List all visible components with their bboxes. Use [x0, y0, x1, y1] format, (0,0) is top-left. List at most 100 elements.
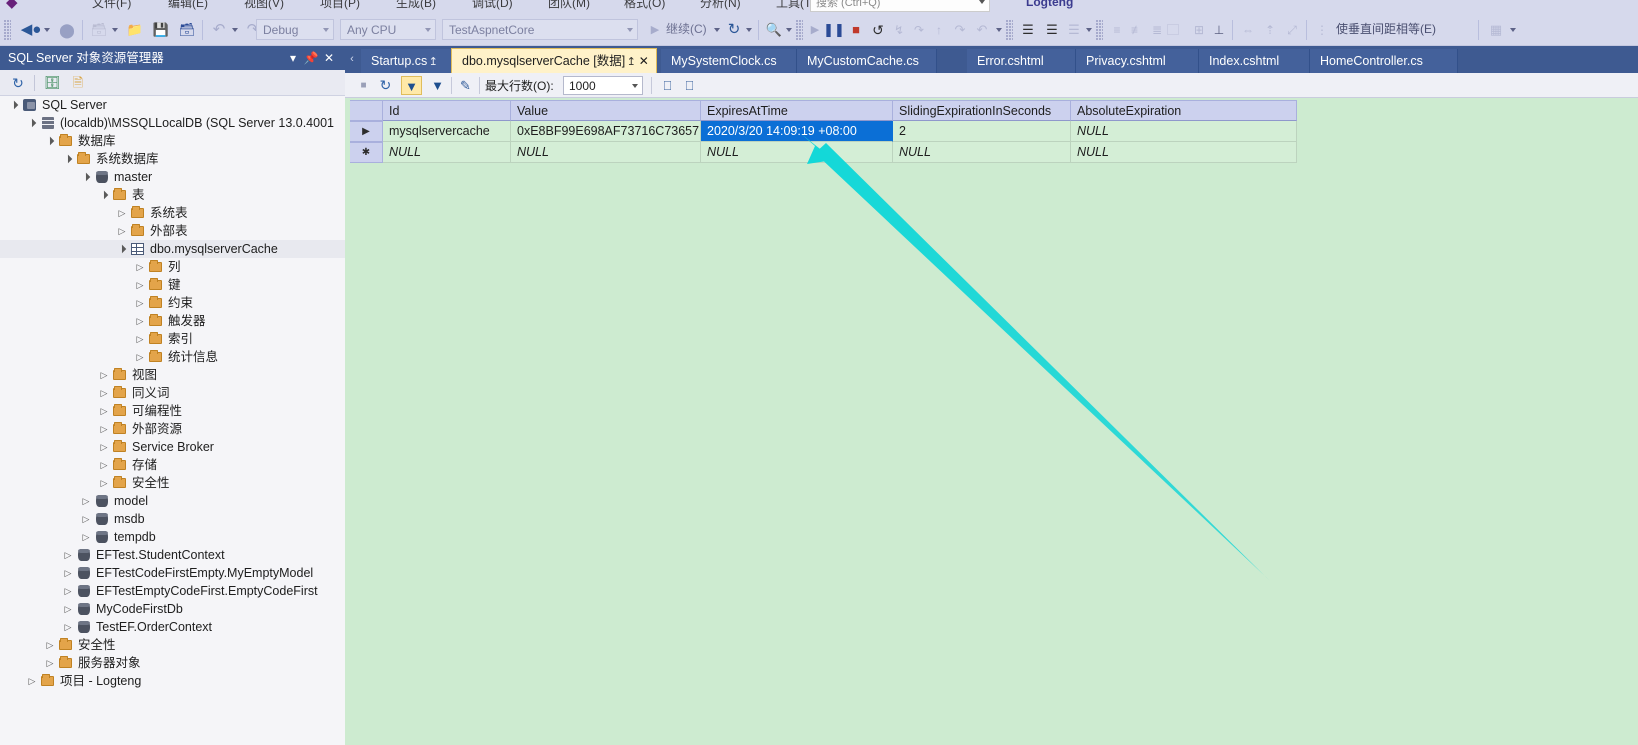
grid-column-header[interactable]: SlidingExpirationInSeconds: [893, 100, 1071, 121]
grid-cell[interactable]: 2020/3/20 14:09:19 +08:00: [701, 121, 893, 142]
stop-icon[interactable]: ■: [846, 20, 866, 40]
tree-node[interactable]: ▷ 系统表: [0, 204, 345, 222]
expander-collapsed-icon[interactable]: ▷: [62, 618, 74, 636]
restart-debug-icon[interactable]: ↺: [868, 20, 888, 40]
expander-collapsed-icon[interactable]: ▷: [80, 510, 92, 528]
current-row-arrow-icon[interactable]: ▶: [350, 121, 383, 142]
editor-tab[interactable]: HomeController.cs: [1310, 49, 1458, 73]
show-criteria-pane-icon[interactable]: ⎕: [679, 76, 700, 95]
grid-cell[interactable]: NULL: [383, 142, 511, 163]
align-rights-icon[interactable]: ☰: [1064, 20, 1084, 40]
tree-node[interactable]: ▷ 索引: [0, 330, 345, 348]
expander-collapsed-icon[interactable]: ▷: [98, 438, 110, 456]
make-same-height-icon[interactable]: ⇡: [1260, 20, 1280, 40]
grid-corner-cell[interactable]: [350, 100, 383, 121]
editor-tab[interactable]: Error.cshtml: [967, 49, 1076, 73]
editor-tab[interactable]: MySystemClock.cs: [661, 49, 797, 73]
startup-project-dropdown[interactable]: TestAspnetCore: [442, 19, 638, 40]
save-all-icon[interactable]: 🗃: [176, 20, 198, 40]
tree-node[interactable]: ▷ 统计信息: [0, 348, 345, 366]
undo-dropdown-icon[interactable]: [232, 28, 239, 33]
expander-collapsed-icon[interactable]: ▷: [134, 312, 146, 330]
menu-item-0[interactable]: 文件(F): [92, 0, 131, 12]
debug-more-dropdown-icon[interactable]: [996, 28, 1003, 33]
tree-node[interactable]: ▷ 服务器对象: [0, 654, 345, 672]
navigate-forward-icon[interactable]: ⬤: [56, 20, 78, 40]
pin-icon[interactable]: 📌: [303, 46, 319, 70]
tree-node[interactable]: ▷ 存储: [0, 456, 345, 474]
continue-dropdown-icon[interactable]: [714, 28, 721, 33]
expander-collapsed-icon[interactable]: ▷: [44, 654, 56, 672]
grid-cell[interactable]: NULL: [893, 142, 1071, 163]
close-icon[interactable]: ✕: [637, 49, 650, 73]
editor-tab[interactable]: dbo.mysqlserverCache [数据]↥ ✕: [451, 48, 657, 73]
tree-node[interactable]: ◢ SQL Server: [0, 96, 345, 114]
align-bottom-icon[interactable]: ⊥: [1210, 20, 1228, 40]
menu-item-4[interactable]: 生成(B): [396, 0, 436, 12]
align-dropdown-icon[interactable]: [1086, 28, 1093, 33]
tree-node[interactable]: ◢ 数据库: [0, 132, 345, 150]
tree-node[interactable]: ▷ EFTest.StudentContext: [0, 546, 345, 564]
run-icon[interactable]: ▶: [646, 20, 664, 40]
align-left-icon[interactable]: ≡: [1108, 20, 1126, 40]
refresh-icon[interactable]: ↻: [375, 76, 396, 95]
menu-item-1[interactable]: 编辑(E): [168, 0, 208, 12]
align-center-icon[interactable]: ≢: [1128, 20, 1146, 40]
expander-collapsed-icon[interactable]: ▷: [134, 330, 146, 348]
pause-icon[interactable]: ❚❚: [823, 20, 845, 40]
align-lefts-icon[interactable]: ☰: [1018, 20, 1038, 40]
chevron-left-icon[interactable]: ‹: [347, 52, 357, 66]
menu-item-6[interactable]: 团队(M): [548, 0, 590, 12]
new-project-icon[interactable]: 🗃: [88, 20, 110, 40]
find-dropdown-icon[interactable]: [786, 28, 793, 33]
tree-node[interactable]: ▷ Service Broker: [0, 438, 345, 456]
grid-column-header[interactable]: AbsoluteExpiration: [1071, 100, 1297, 121]
expander-collapsed-icon[interactable]: ▷: [134, 348, 146, 366]
expander-collapsed-icon[interactable]: ▷: [98, 456, 110, 474]
expander-collapsed-icon[interactable]: ▷: [62, 600, 74, 618]
undo-icon[interactable]: ↶: [208, 20, 230, 40]
table-row[interactable]: ▶ mysqlservercache 0xE8BF99E698AF73716C736…: [350, 121, 1297, 142]
data-grid[interactable]: Id Value ExpiresAtTime SlidingExpirationInS…: [350, 100, 1297, 163]
add-sql-server-icon[interactable]: 🗄: [42, 74, 62, 92]
configuration-dropdown[interactable]: Debug: [256, 19, 334, 40]
tree-node[interactable]: ▷ msdb: [0, 510, 345, 528]
tree-node[interactable]: ◢ 系统数据库: [0, 150, 345, 168]
navigate-back-dropdown-icon[interactable]: [44, 28, 51, 33]
quick-search-input[interactable]: 搜索 (Ctrl+Q): [810, 0, 990, 12]
grid-cell[interactable]: 0xE8BF99E698AF73716C73657...: [511, 121, 701, 142]
tree-node[interactable]: ▷ model: [0, 492, 345, 510]
navigate-back-icon[interactable]: ◀●: [20, 20, 42, 40]
editor-tab[interactable]: Index.cshtml: [1199, 49, 1310, 73]
expander-collapsed-icon[interactable]: ▷: [62, 546, 74, 564]
expander-collapsed-icon[interactable]: ▷: [98, 420, 110, 438]
expander-collapsed-icon[interactable]: ▷: [80, 528, 92, 546]
align-middle-icon[interactable]: ⊞: [1190, 20, 1208, 40]
grid-column-header[interactable]: Id: [383, 100, 511, 121]
expander-collapsed-icon[interactable]: ▷: [98, 402, 110, 420]
align-right-icon[interactable]: ≣: [1148, 20, 1166, 40]
tree-node[interactable]: ▷ 安全性: [0, 474, 345, 492]
open-file-icon[interactable]: 📁: [124, 20, 146, 40]
menu-item-7[interactable]: 格式(O): [624, 0, 665, 12]
expander-collapsed-icon[interactable]: ▷: [134, 276, 146, 294]
pin-icon[interactable]: ↥: [427, 50, 439, 74]
tree-node[interactable]: ▷ TestEF.OrderContext: [0, 618, 345, 636]
find-in-files-icon[interactable]: 🔍: [764, 20, 784, 40]
script-icon[interactable]: ✎: [455, 76, 476, 95]
expander-collapsed-icon[interactable]: ▷: [98, 366, 110, 384]
make-same-size-icon[interactable]: ⤢: [1282, 20, 1302, 40]
grid-cell[interactable]: NULL: [701, 142, 893, 163]
tab-order-dropdown-icon[interactable]: [1510, 28, 1517, 33]
expander-collapsed-icon[interactable]: ▷: [134, 294, 146, 312]
step-over-icon[interactable]: ↯: [890, 20, 908, 40]
menu-bar[interactable]: ◆ 文件(F) 编辑(E) 视图(V) 项目(P) 生成(B) 调试(D) 团队(M) 格式(…: [0, 0, 1638, 14]
step-back-icon[interactable]: ↶: [972, 20, 992, 40]
expander-collapsed-icon[interactable]: ▷: [80, 492, 92, 510]
grid-cell[interactable]: NULL: [511, 142, 701, 163]
show-diagram-pane-icon[interactable]: ⎕: [657, 76, 678, 95]
close-icon[interactable]: ✕: [321, 46, 337, 70]
tree-node[interactable]: ◢ (localdb)\MSSQLLocalDB (SQL Server 13.0…: [0, 114, 345, 132]
tree-node[interactable]: ◢ 表: [0, 186, 345, 204]
expander-collapsed-icon[interactable]: ▷: [116, 204, 128, 222]
